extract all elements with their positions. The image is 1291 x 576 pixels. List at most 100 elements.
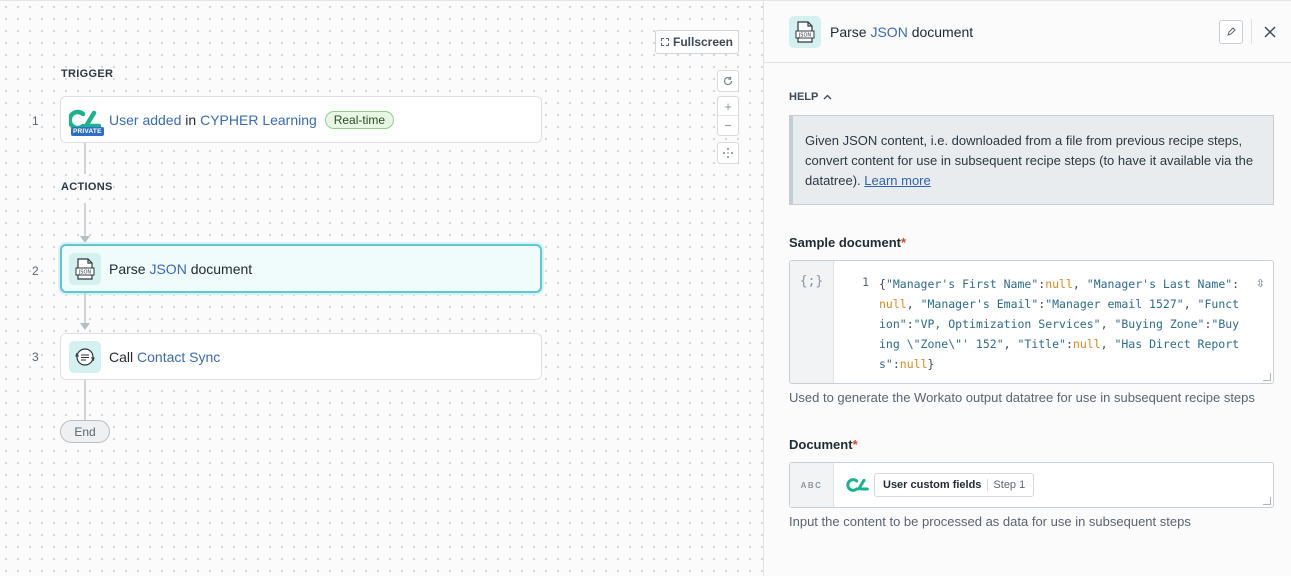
code-token: null — [1045, 277, 1073, 291]
sample-document-editor[interactable]: {;} 1 {"Manager's First Name": null, "Man… — [789, 260, 1274, 384]
function-app-logo — [69, 340, 101, 373]
code-token: "Manager's First Name" — [885, 277, 1039, 291]
zoom-controls: + − — [717, 96, 739, 136]
code-token: "Buying Zone" — [1114, 317, 1205, 331]
datapill-step: Step 1 — [987, 479, 1033, 491]
chevron-up-icon — [823, 94, 832, 100]
step-number: 2 — [32, 264, 39, 278]
sample-document-label-text: Sample document — [789, 235, 901, 250]
svg-text:JSON: JSON — [78, 269, 92, 275]
connector-line — [84, 293, 86, 323]
document-input[interactable]: ABC User custom fields Step 1 — [789, 462, 1274, 508]
fullscreen-label: Fullscreen — [672, 35, 734, 49]
cypher-learning-icon — [846, 478, 869, 492]
code-line-number: 1 — [862, 275, 869, 289]
document-hint: Input the content to be processed as dat… — [789, 514, 1191, 529]
header-divider — [1251, 19, 1252, 44]
required-mark: * — [900, 235, 907, 250]
code-token: "VP, Optimization Services" — [913, 317, 1101, 331]
datapill-wrap: User custom fields Step 1 — [846, 473, 1035, 497]
code-token: : — [1065, 337, 1073, 351]
zoom-in-button[interactable]: + — [718, 97, 738, 116]
code-token: { — [879, 277, 886, 291]
sample-document-label: Sample document* — [789, 235, 906, 250]
expand-editor-icon[interactable]: ⇳ — [1256, 277, 1265, 290]
step-config-panel: JSON Parse JSON document HELP Given JSON… — [763, 0, 1291, 576]
code-token: : — [1232, 277, 1240, 291]
function-call-icon — [75, 347, 95, 366]
step-app-name: Contact Sync — [137, 348, 221, 365]
json-app-logo: JSON — [69, 252, 101, 285]
step-verb: Call — [109, 348, 138, 365]
code-token: "Manager email 1527" — [1045, 297, 1184, 311]
code-token: } — [927, 357, 935, 371]
json-braces-icon: {;} — [799, 274, 824, 289]
help-toggle[interactable]: HELP — [789, 91, 832, 103]
datapill-name: User custom fields — [883, 479, 982, 491]
recipe-canvas[interactable]: Fullscreen + − TRIGGER 1 PRIVATE User ad… — [0, 0, 763, 576]
code-token: , — [1183, 297, 1198, 311]
code-content[interactable]: {"Manager's First Name": null, "Manager's… — [879, 261, 1273, 383]
code-token: , — [1100, 337, 1115, 351]
resize-handle-icon[interactable] — [1263, 497, 1271, 505]
datapill[interactable]: User custom fields Step 1 — [874, 473, 1035, 497]
text-type-indicator: ABC — [790, 463, 834, 507]
connector-line — [84, 143, 86, 174]
panel-title-app: JSON — [870, 23, 908, 40]
connector-line — [84, 380, 86, 420]
connector-arrow — [80, 236, 90, 243]
help-box: Given JSON content, i.e. downloaded from… — [789, 115, 1274, 205]
svg-text:JSON: JSON — [798, 32, 812, 38]
resize-handle-icon[interactable] — [1263, 373, 1271, 381]
close-icon — [1264, 26, 1276, 38]
close-button[interactable] — [1258, 20, 1282, 44]
fit-view-icon — [723, 148, 733, 158]
json-file-icon: JSON — [795, 20, 815, 43]
panel-title-verb: Parse — [830, 23, 871, 40]
code-token: "Manager's Last Name" — [1086, 277, 1233, 291]
end-node: End — [60, 420, 110, 443]
json-app-logo: JSON — [789, 15, 821, 48]
json-file-icon: JSON — [75, 257, 95, 280]
fit-view-button[interactable] — [717, 142, 739, 164]
connector-line — [84, 203, 86, 237]
call-step-text: Call Contact Sync — [109, 349, 220, 365]
panel-header: JSON Parse JSON document — [764, 1, 1291, 63]
parse-json-step[interactable]: JSON Parse JSON document — [60, 244, 542, 293]
zoom-out-button[interactable]: − — [718, 116, 738, 135]
fullscreen-button[interactable]: Fullscreen — [655, 30, 739, 54]
call-contact-sync-step[interactable]: Call Contact Sync — [60, 333, 542, 380]
parse-json-step-text: Parse JSON document — [109, 261, 252, 277]
pencil-icon — [1227, 27, 1236, 36]
required-mark: * — [852, 437, 858, 452]
trigger-app-name: CYPHER Learning — [200, 111, 317, 128]
code-gutter: {;} — [790, 261, 834, 383]
trigger-connector-text: in — [181, 111, 201, 128]
learn-more-link[interactable]: Learn more — [864, 173, 930, 188]
connector-arrow — [80, 323, 90, 330]
document-label-text: Document — [789, 437, 853, 452]
sample-document-hint: Used to generate the Workato output data… — [789, 390, 1255, 405]
edit-button[interactable] — [1219, 20, 1243, 44]
actions-section-label: ACTIONS — [61, 181, 113, 193]
help-label: HELP — [789, 91, 819, 103]
trigger-event: User added — [109, 111, 182, 128]
trigger-section-label: TRIGGER — [61, 68, 114, 80]
step-number: 1 — [32, 114, 39, 128]
panel-title: Parse JSON document — [830, 24, 973, 40]
step-number: 3 — [32, 350, 39, 364]
private-badge: PRIVATE — [71, 126, 104, 136]
realtime-badge: Real-time — [324, 110, 395, 129]
code-token: : — [892, 357, 900, 371]
cypher-learning-logo: PRIVATE — [69, 104, 104, 136]
code-token: null — [879, 297, 907, 311]
reset-zoom-button[interactable] — [717, 70, 739, 92]
trigger-step-text: User added in CYPHER Learning Real-time — [109, 110, 395, 129]
code-token: , — [906, 297, 921, 311]
document-label: Document* — [789, 437, 858, 452]
reset-icon — [723, 76, 733, 86]
code-token: , — [1100, 317, 1115, 331]
step-object: document — [186, 260, 253, 277]
code-token: "Manager's Email" — [920, 297, 1039, 311]
trigger-step[interactable]: PRIVATE User added in CYPHER Learning Re… — [60, 96, 542, 143]
